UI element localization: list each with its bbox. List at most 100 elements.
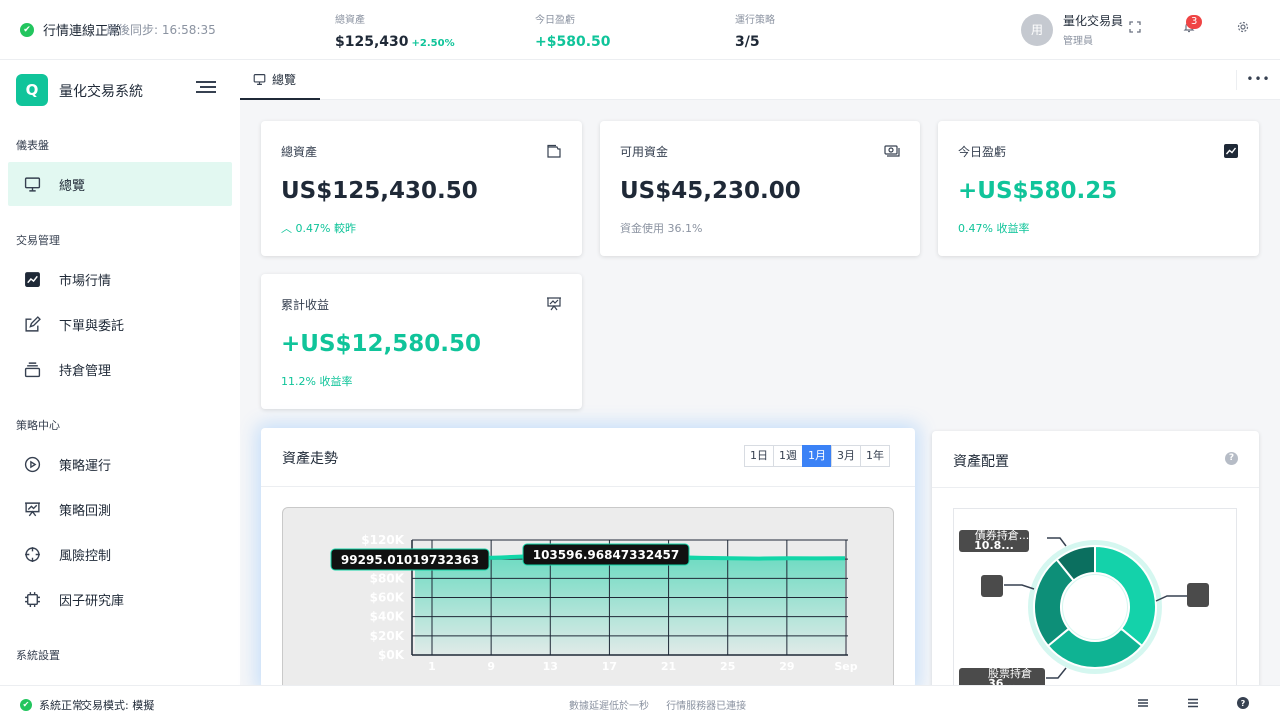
- sidebar-item-label: 策略運行: [59, 458, 112, 474]
- stat-label: 總資產: [335, 15, 365, 26]
- x-tick-label: 17: [602, 660, 617, 673]
- tab-label: 總覽: [272, 72, 297, 87]
- stat-label: 今日盈虧: [535, 15, 575, 26]
- pie-label-box: [1187, 583, 1209, 607]
- status-messages: 數據延遲低於一秒 行情服務器已連接: [569, 697, 760, 712]
- crosshair-icon: [25, 546, 40, 562]
- layers-icon: [24, 361, 41, 377]
- latency-message: 數據延遲低於一秒: [569, 701, 649, 712]
- donut-hole: [1063, 575, 1127, 639]
- x-tick-label: 1: [428, 660, 436, 673]
- main-content: 總資產 US$125,430.50 ︿ 0.47% 較昨 可用資金 US$45,…: [240, 100, 1280, 708]
- data-label: 103596.96847332457: [533, 548, 680, 562]
- range-selector: 1日 1週 1月 3月 1年: [744, 445, 890, 467]
- header-stat-daily-pnl: 今日盈虧 +$580.50: [535, 11, 611, 50]
- app-logo: Q: [16, 74, 48, 106]
- wallet-icon: [547, 144, 561, 158]
- sidebar-item-risk[interactable]: 風險控制: [8, 532, 232, 576]
- kpi-sub: 0.47% 收益率: [958, 222, 1030, 235]
- kpi-title: 累計收益: [281, 298, 330, 312]
- range-button-1y[interactable]: 1年: [860, 445, 890, 467]
- sidebar-item-label: 持倉管理: [59, 363, 112, 379]
- sidebar-item-label: 風險控制: [59, 548, 112, 564]
- sidebar-section-dashboard: 儀表盤: [16, 139, 49, 152]
- menu-collapse-icon[interactable]: [196, 78, 216, 98]
- pie-leader-line: [1046, 667, 1067, 679]
- sidebar-section-trading: 交易管理: [16, 234, 60, 247]
- range-button-1m[interactable]: 1月: [802, 445, 832, 467]
- equity-area-chart[interactable]: $0K$20K$40K$60K$80K$100K$120K19131721252…: [282, 507, 894, 685]
- notification-badge: 3: [1186, 15, 1203, 29]
- svg-text:?: ?: [1241, 699, 1246, 708]
- pie-value-label: 10.8...: [974, 539, 1014, 552]
- chip-icon: [25, 591, 40, 607]
- server-message: 行情服務器已連接: [666, 701, 747, 712]
- gear-icon[interactable]: [1233, 20, 1253, 40]
- pie-label-box: [981, 575, 1003, 597]
- kpi-title: 總資產: [281, 145, 318, 159]
- range-button-1w[interactable]: 1週: [773, 445, 803, 467]
- sidebar-item-strategy-run[interactable]: 策略運行: [8, 442, 232, 486]
- sidebar-item-label: 市場行情: [59, 273, 112, 289]
- y-tick-label: $120K: [361, 533, 404, 547]
- sidebar-item-positions[interactable]: 持倉管理: [8, 347, 232, 391]
- pie-leader-line: [1047, 537, 1067, 547]
- monitor-icon: [253, 73, 266, 85]
- sidebar-section-settings: 系統設置: [16, 649, 60, 662]
- tab-overview[interactable]: 總覽: [240, 60, 320, 100]
- menu-icon[interactable]: [1186, 696, 1200, 710]
- trending-chart-icon: [25, 271, 40, 287]
- kpi-title: 可用資金: [620, 145, 669, 159]
- sidebar-item-backtest[interactable]: 策略回測: [8, 487, 232, 531]
- equity-chart-card: 資產走勢 1日 1週 1月 3月 1年 $0K $20K $40K $60K $80K $…: [261, 428, 915, 697]
- sidebar-item-orders[interactable]: 下單與委託: [8, 302, 232, 346]
- sidebar-item-label: 策略回測: [59, 503, 112, 519]
- allocation-title: 資產配置: [953, 454, 1009, 470]
- status-bar: ✔ 系統正常 交易模式: 模擬 數據延遲低於一秒 行情服務器已連接 ?: [0, 685, 1280, 720]
- sidebar-item-factor-library[interactable]: 因子研究庫: [8, 577, 232, 621]
- chart-line-icon: [1224, 144, 1238, 158]
- sidebar-item-label: 下單與委託: [59, 318, 125, 334]
- presentation-chart-icon: [25, 501, 40, 516]
- range-button-1d[interactable]: 1日: [744, 445, 774, 467]
- monitor-icon: [24, 176, 41, 192]
- stat-value: +$580.50: [535, 34, 611, 50]
- sidebar-item-label: 因子研究庫: [59, 593, 125, 609]
- more-options-icon[interactable]: •••: [1236, 70, 1280, 90]
- list-icon[interactable]: [1136, 696, 1150, 710]
- y-tick-label: $40K: [370, 610, 405, 624]
- system-status: ✔ 系統正常: [20, 697, 83, 713]
- system-status-label: 系統正常: [39, 699, 83, 712]
- kpi-sub: 資金使用 36.1%: [620, 222, 703, 235]
- kpi-sub-text: 0.47% 較昨: [295, 222, 356, 235]
- stat-change: +2.50%: [411, 38, 455, 49]
- x-tick-label: 9: [487, 660, 495, 673]
- help-icon[interactable]: ?: [1225, 452, 1238, 465]
- presentation-icon: [547, 297, 561, 311]
- divider: [261, 486, 915, 487]
- y-tick-label: $20K: [370, 629, 405, 643]
- last-sync-time: 最後同步: 16:58:35: [106, 23, 216, 37]
- kpi-value: US$45,230.00: [620, 178, 801, 204]
- kpi-sub: 11.2% 收益率: [281, 375, 353, 388]
- user-name[interactable]: 量化交易員: [1063, 12, 1123, 29]
- allocation-donut-chart[interactable]: 債券持倉...10.8...股票持倉36...: [932, 508, 1259, 708]
- kpi-value: +US$12,580.50: [281, 331, 482, 357]
- sidebar-section-strategy: 策略中心: [16, 419, 60, 432]
- avatar[interactable]: 用: [1021, 14, 1053, 46]
- kpi-value: US$125,430.50: [281, 178, 478, 204]
- y-tick-label: $0K: [378, 648, 405, 662]
- sidebar-item-overview[interactable]: 總覽: [8, 162, 232, 206]
- sidebar-item-market[interactable]: 市場行情: [8, 257, 232, 301]
- range-button-3m[interactable]: 3月: [831, 445, 861, 467]
- fullscreen-icon[interactable]: [1125, 20, 1145, 40]
- tab-bar: 總覽 •••: [240, 60, 1280, 100]
- kpi-card-daily-pnl: 今日盈虧 +US$580.25 0.47% 收益率: [938, 121, 1259, 256]
- kpi-card-total-assets: 總資產 US$125,430.50 ︿ 0.47% 較昨: [261, 121, 582, 256]
- question-circle-icon[interactable]: ?: [1236, 696, 1250, 710]
- sidebar-item-label: 總覽: [59, 178, 86, 194]
- kpi-card-available-funds: 可用資金 US$45,230.00 資金使用 36.1%: [600, 121, 920, 256]
- edit-icon: [25, 315, 41, 332]
- pie-leader-line: [1004, 584, 1035, 590]
- app-name: 量化交易系統: [59, 84, 143, 100]
